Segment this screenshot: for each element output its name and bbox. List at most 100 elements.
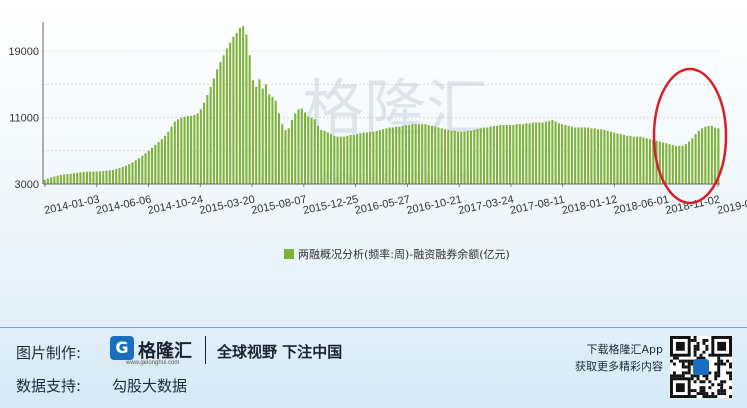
qr-module	[678, 374, 682, 378]
qr-module	[696, 377, 700, 381]
bar	[82, 171, 85, 184]
bar	[675, 145, 678, 184]
bar	[212, 78, 215, 184]
bar	[567, 125, 570, 184]
qr-module	[696, 392, 700, 396]
y-tick-label: 3000	[15, 179, 39, 191]
bar	[147, 150, 150, 184]
qr-module	[693, 350, 697, 354]
bar	[336, 136, 339, 184]
bar	[404, 125, 407, 184]
qr-module	[693, 344, 697, 348]
qr-code-icon[interactable]	[670, 336, 732, 398]
qr-module	[681, 359, 685, 363]
qr-module	[675, 374, 679, 378]
qr-module	[711, 395, 715, 398]
bar	[648, 139, 652, 184]
bar	[528, 123, 531, 184]
legend: 两融概况分析(频率:周)-融资融券余额(亿元)	[284, 246, 510, 262]
qr-module	[687, 371, 691, 375]
qr-module	[690, 395, 694, 398]
bar	[590, 128, 593, 184]
bar	[290, 120, 294, 184]
bar	[323, 130, 326, 184]
bar	[164, 135, 167, 184]
qr-module	[687, 368, 691, 372]
bar	[629, 135, 632, 184]
bar	[53, 176, 56, 184]
qr-module	[717, 371, 721, 375]
bar	[496, 125, 499, 184]
x-tick-label: 2019-05-16	[716, 193, 747, 216]
bar	[297, 109, 300, 184]
qr-module	[675, 356, 679, 360]
qr-module	[681, 362, 685, 366]
qr-module	[690, 389, 694, 393]
bar	[518, 124, 521, 184]
bar	[287, 128, 290, 184]
qr-finder-core	[717, 341, 727, 351]
made-by-label: 图片制作:	[16, 344, 82, 362]
bar	[473, 130, 476, 184]
qr-module	[729, 374, 732, 378]
qr-module	[681, 365, 685, 369]
bar	[531, 122, 534, 184]
qr-module	[699, 386, 703, 390]
brand-separator	[205, 336, 206, 364]
qr-module	[690, 338, 694, 342]
bar	[339, 136, 342, 184]
bar	[570, 126, 573, 184]
bar	[574, 127, 577, 184]
watermark: 格隆汇 www.gelonghui.com	[302, 72, 488, 186]
qr-module	[678, 359, 682, 363]
qr-module	[711, 383, 715, 387]
bar	[622, 134, 626, 184]
qr-module	[717, 374, 721, 378]
bar	[190, 115, 193, 184]
bar	[242, 26, 245, 185]
x-tick-label: 2018-11-02	[664, 194, 721, 217]
slogan: 全球视野 下注中国	[217, 343, 343, 361]
x-tick-label: 2015-08-07	[250, 193, 308, 216]
bar	[229, 42, 232, 184]
qr-module	[687, 359, 691, 363]
x-tick-label: 2015-12-25	[302, 193, 360, 216]
qr-module	[717, 389, 721, 393]
bar	[704, 126, 707, 184]
bar	[515, 124, 518, 184]
bar	[167, 131, 170, 184]
qr-module	[708, 395, 712, 398]
qr-module	[693, 338, 697, 342]
bar	[85, 171, 88, 184]
bar	[645, 138, 648, 184]
bar	[307, 116, 310, 184]
bar	[63, 174, 66, 184]
bar	[600, 129, 603, 184]
bar	[710, 125, 713, 184]
bar	[274, 100, 277, 184]
qr-module	[702, 338, 706, 342]
bar	[206, 95, 209, 184]
qr-module	[684, 359, 688, 363]
bar	[193, 115, 196, 184]
bar	[343, 136, 346, 184]
bar	[352, 134, 355, 184]
bar	[95, 171, 98, 184]
bar	[391, 127, 394, 184]
qr-module	[720, 362, 724, 366]
qr-module	[720, 386, 724, 390]
qr-module	[717, 359, 721, 363]
bar	[424, 124, 427, 184]
qr-module	[714, 374, 718, 378]
bar	[69, 173, 72, 184]
bar	[535, 122, 538, 184]
qr-module	[705, 344, 709, 348]
bar	[219, 61, 222, 184]
qr-module	[699, 389, 703, 393]
bar	[303, 112, 307, 184]
bar	[714, 127, 717, 184]
x-tick-label: 2017-03-24	[457, 193, 515, 216]
qr-finder-core	[675, 383, 685, 393]
bar	[606, 130, 609, 184]
qr-module	[726, 371, 730, 375]
